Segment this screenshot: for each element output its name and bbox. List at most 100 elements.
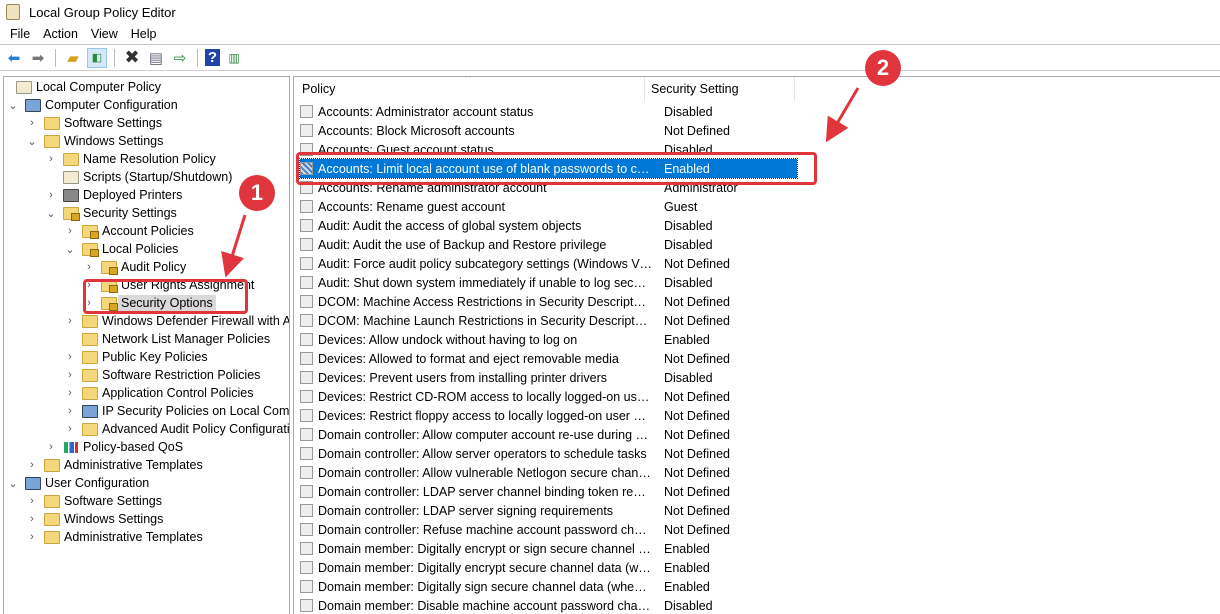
tree-item[interactable]: › Software Settings [26, 492, 162, 510]
tree-item[interactable]: › Account Policies [64, 222, 194, 240]
policy-row[interactable]: Domain controller: Allow server operator… [300, 444, 797, 463]
tree-item[interactable]: Scripts (Startup/Shutdown) [45, 168, 232, 186]
chevron-right-icon[interactable]: › [64, 423, 76, 435]
policy-row[interactable]: Domain member: Digitally sign secure cha… [300, 577, 797, 596]
chevron-right-icon[interactable]: › [64, 351, 76, 363]
policy-icon [300, 352, 313, 365]
locked-folder-icon [101, 260, 118, 275]
policy-row[interactable]: Devices: Allowed to format and eject rem… [300, 349, 797, 368]
policy-row[interactable]: Devices: Restrict floppy access to local… [300, 406, 797, 425]
menu-help[interactable]: Help [125, 27, 164, 41]
policy-row[interactable]: Audit: Audit the access of global system… [300, 216, 797, 235]
tree-item[interactable]: Local Computer Policy [4, 78, 161, 96]
chevron-right-icon[interactable]: › [45, 441, 57, 453]
chevron-right-icon[interactable]: › [64, 387, 76, 399]
chevron-right-icon[interactable]: › [26, 513, 38, 525]
tree-item-label: User Configuration [45, 476, 150, 490]
policy-row[interactable]: Devices: Allow undock without having to … [300, 330, 797, 349]
tree-item[interactable]: ⌄ Security Settings [45, 204, 177, 222]
tree-item[interactable]: ⌄ Computer Configuration [7, 96, 177, 114]
folder-icon [82, 368, 98, 382]
column-header-security-setting[interactable]: Security Setting [645, 77, 795, 101]
tree-item[interactable]: › Administrative Templates [26, 456, 203, 474]
folder-icon [44, 512, 60, 526]
policy-name: Accounts: Block Microsoft accounts [318, 123, 515, 138]
policy-row[interactable]: Accounts: Block Microsoft accounts Not De… [300, 121, 797, 140]
tree-item-label: Audit Policy [121, 260, 187, 274]
policy-row[interactable]: Audit: Audit the use of Backup and Resto… [300, 235, 797, 254]
policy-setting: Enabled [664, 541, 710, 556]
tree-item[interactable]: ⌄ User Configuration [7, 474, 149, 492]
export-list-icon[interactable]: ⇨ [170, 48, 190, 68]
policy-icon [300, 599, 313, 612]
menu-file[interactable]: File [4, 27, 37, 41]
tree-item[interactable]: › Advanced Audit Policy Configuration [64, 420, 289, 438]
chevron-right-icon[interactable]: › [64, 405, 76, 417]
chevron-right-icon[interactable]: › [64, 315, 76, 327]
chevron-right-icon[interactable]: › [26, 531, 38, 543]
tree-item[interactable]: Network List Manager Policies [64, 330, 270, 348]
menu-view[interactable]: View [85, 27, 125, 41]
tree-item[interactable]: › Public Key Policies [64, 348, 207, 366]
tree-item[interactable]: ⌄ Local Policies [64, 240, 178, 258]
menu-action[interactable]: Action [37, 27, 85, 41]
policy-row[interactable]: Domain controller: LDAP server signing r… [300, 501, 797, 520]
chevron-right-icon[interactable]: › [83, 261, 95, 273]
chevron-right-icon[interactable]: › [26, 459, 38, 471]
tree-item[interactable]: › Administrative Templates [26, 528, 203, 546]
tree-item[interactable]: › Name Resolution Policy [45, 150, 216, 168]
tree-item[interactable]: › Software Restriction Policies [64, 366, 260, 384]
tree-item[interactable]: › IP Security Policies on Local Computer [64, 402, 289, 420]
show-hide-action-pane-icon[interactable]: ▥ [224, 48, 244, 68]
policy-row[interactable]: DCOM: Machine Access Restrictions in Sec… [300, 292, 797, 311]
chevron-down-icon[interactable]: ⌄ [7, 477, 19, 490]
tree-item[interactable]: › Deployed Printers [45, 186, 182, 204]
tree-item-label: Scripts (Startup/Shutdown) [83, 170, 233, 184]
policy-row[interactable]: Accounts: Administrator account status Di… [300, 102, 797, 121]
delete-icon[interactable]: ✖ [122, 47, 142, 68]
folder-icon [82, 332, 98, 346]
chevron-right-icon[interactable]: › [26, 117, 38, 129]
chevron-right-icon[interactable]: › [45, 189, 57, 201]
chevron-right-icon[interactable]: › [64, 225, 76, 237]
tree-item[interactable]: › Windows Defender Firewall with Advanced… [64, 312, 289, 330]
policy-name: DCOM: Machine Launch Restrictions in Sec… [318, 313, 652, 328]
tree-item[interactable]: › Software Settings [26, 114, 162, 132]
policy-row[interactable]: Audit: Force audit policy subcategory se… [300, 254, 797, 273]
folder-icon [44, 134, 60, 148]
back-icon[interactable]: ⬅ [4, 48, 24, 68]
document-icon [16, 80, 32, 94]
forward-icon[interactable]: ➡ [28, 48, 48, 68]
policy-row[interactable]: Domain controller: Refuse machine accoun… [300, 520, 797, 539]
policy-row[interactable]: Devices: Prevent users from installing p… [300, 368, 797, 387]
tree-item[interactable]: › Audit Policy [83, 258, 186, 276]
toolbar: ⬅ ➡ ▰ ◧ ✖ ▤ ⇨ ? ▥ [0, 45, 1220, 71]
policy-row[interactable]: Domain controller: Allow vulnerable Netl… [300, 463, 797, 482]
policy-row[interactable]: Domain member: Digitally encrypt secure … [300, 558, 797, 577]
chevron-down-icon[interactable]: ⌄ [64, 243, 76, 256]
policy-row[interactable]: Domain member: Disable machine account p… [300, 596, 797, 614]
policy-row[interactable]: DCOM: Machine Launch Restrictions in Sec… [300, 311, 797, 330]
chevron-down-icon[interactable]: ⌄ [7, 99, 19, 112]
properties-icon[interactable]: ▤ [146, 48, 166, 68]
policy-row[interactable]: Devices: Restrict CD-ROM access to local… [300, 387, 797, 406]
policy-setting: Disabled [664, 237, 713, 252]
tree-item[interactable]: › Policy-based QoS [45, 438, 183, 456]
policy-row[interactable]: Domain controller: Allow computer accoun… [300, 425, 797, 444]
tree-item[interactable]: › Application Control Policies [64, 384, 253, 402]
policy-row[interactable]: Domain controller: LDAP server channel b… [300, 482, 797, 501]
chevron-right-icon[interactable]: › [45, 153, 57, 165]
policy-row[interactable]: Audit: Shut down system immediately if u… [300, 273, 797, 292]
chevron-right-icon[interactable]: › [26, 495, 38, 507]
policy-row[interactable]: Domain member: Digitally encrypt or sign… [300, 539, 797, 558]
chevron-down-icon[interactable]: ⌄ [45, 207, 57, 220]
tree-item[interactable]: ⌄ Windows Settings [26, 132, 163, 150]
help-icon[interactable]: ? [205, 49, 220, 66]
tree-item-label: Deployed Printers [83, 188, 183, 202]
up-folder-icon[interactable]: ▰ [63, 48, 83, 68]
chevron-down-icon[interactable]: ⌄ [26, 135, 38, 148]
policy-row[interactable]: Accounts: Rename guest account Guest [300, 197, 797, 216]
chevron-right-icon[interactable]: › [64, 369, 76, 381]
tree-item[interactable]: › Windows Settings [26, 510, 163, 528]
show-hide-tree-icon[interactable]: ◧ [87, 47, 107, 68]
